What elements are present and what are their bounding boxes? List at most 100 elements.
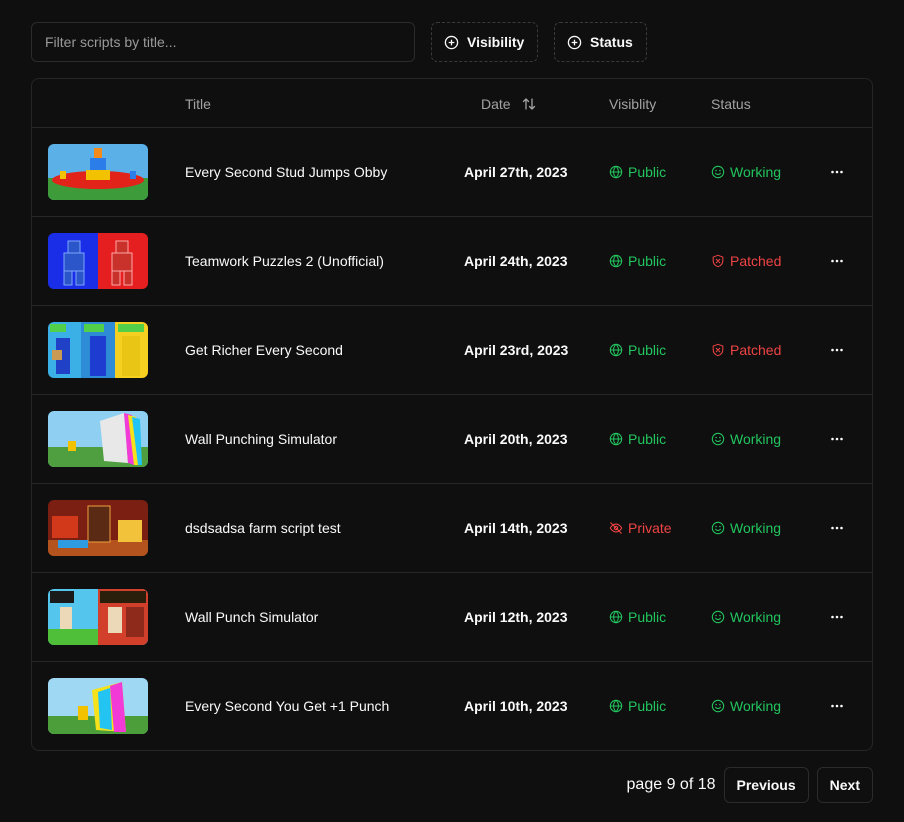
- wall-punch-thumbnail: [48, 589, 148, 645]
- table-row[interactable]: Wall Punch Simulator April 12th, 2023 Publ…: [32, 573, 872, 662]
- table-header: Title Date Visiblity Status: [32, 79, 872, 128]
- script-title: dsdsadsa farm script test: [185, 520, 341, 536]
- row-actions-button[interactable]: [825, 516, 849, 540]
- status-badge: Working: [711, 573, 781, 661]
- farm-script-thumbnail: [48, 500, 148, 556]
- stud-obby-thumbnail: [48, 144, 148, 200]
- visibility-label: Public: [628, 698, 667, 714]
- row-actions-button[interactable]: [825, 605, 849, 629]
- table-body: Every Second Stud Jumps Obby April 27th, …: [32, 128, 872, 750]
- scripts-table: Title Date Visiblity Status Every Second…: [31, 78, 873, 751]
- smile-icon: [711, 699, 725, 713]
- shield-x-icon: [712, 343, 724, 357]
- script-title: Every Second Stud Jumps Obby: [185, 164, 388, 180]
- script-date: April 24th, 2023: [464, 253, 568, 269]
- globe-icon: [609, 699, 623, 713]
- row-actions-button[interactable]: [825, 694, 849, 718]
- visibility-filter-button[interactable]: Visibility: [431, 22, 538, 62]
- visibility-label: Public: [628, 253, 667, 269]
- visibility-badge: Public: [609, 395, 666, 483]
- sort-arrows-icon[interactable]: [521, 96, 537, 112]
- script-title: Get Richer Every Second: [185, 342, 343, 358]
- globe-icon: [609, 432, 623, 446]
- script-title: Teamwork Puzzles 2 (Unofficial): [185, 253, 384, 269]
- script-date: April 20th, 2023: [464, 431, 568, 447]
- page-indicator: page 9 of 18: [626, 776, 716, 793]
- status-label: Working: [730, 164, 782, 180]
- pagination: page 9 of 18 Previous Next: [627, 767, 873, 803]
- status-badge: Working: [711, 128, 781, 216]
- visibility-badge: Private: [609, 484, 672, 572]
- globe-icon: [609, 254, 623, 268]
- visibility-badge: Public: [609, 128, 666, 216]
- visibility-label: Public: [628, 164, 667, 180]
- status-badge: Working: [711, 662, 781, 750]
- visibility-label: Public: [628, 342, 667, 358]
- status-label: Patched: [730, 253, 782, 269]
- globe-icon: [609, 610, 623, 624]
- table-row[interactable]: Get Richer Every Second April 23rd, 2023 P…: [32, 306, 872, 395]
- script-date: April 23rd, 2023: [464, 342, 569, 358]
- visibility-badge: Public: [609, 217, 666, 305]
- visibility-label: Public: [628, 431, 667, 447]
- visibility-label: Public: [628, 609, 667, 625]
- script-date: April 12th, 2023: [464, 609, 568, 625]
- table-row[interactable]: Every Second Stud Jumps Obby April 27th, …: [32, 128, 872, 217]
- globe-icon: [609, 165, 623, 179]
- more-horizontal-icon: [831, 170, 843, 174]
- header-status: Status: [711, 95, 751, 112]
- teamwork-puzzles-thumbnail: [48, 233, 148, 289]
- search-input[interactable]: [31, 22, 415, 62]
- script-date: April 27th, 2023: [464, 164, 568, 180]
- status-filter-button[interactable]: Status: [554, 22, 647, 62]
- table-row[interactable]: Every Second You Get +1 Punch April 10th,…: [32, 662, 872, 750]
- globe-icon: [609, 343, 623, 357]
- table-row[interactable]: dsdsadsa farm script test April 14th, 202…: [32, 484, 872, 573]
- row-actions-button[interactable]: [825, 249, 849, 273]
- visibility-filter-label: Visibility: [467, 34, 525, 50]
- status-badge: Working: [711, 484, 781, 572]
- table-row[interactable]: Teamwork Puzzles 2 (Unofficial) April 24t…: [32, 217, 872, 306]
- header-title: Title: [185, 95, 211, 112]
- script-title: Wall Punch Simulator: [185, 609, 319, 625]
- script-title: Every Second You Get +1 Punch: [185, 698, 390, 714]
- more-horizontal-icon: [831, 526, 843, 530]
- row-actions-button[interactable]: [825, 160, 849, 184]
- row-actions-button[interactable]: [825, 338, 849, 362]
- more-horizontal-icon: [831, 348, 843, 352]
- header-visibility: Visiblity: [609, 95, 657, 112]
- smile-icon: [711, 610, 725, 624]
- get-richer-thumbnail: [48, 322, 148, 378]
- toolbar: Visibility Status: [31, 22, 872, 62]
- visibility-badge: Public: [609, 662, 666, 750]
- plus-circle-icon: [567, 35, 582, 49]
- wall-punching-thumbnail: [48, 411, 148, 467]
- smile-icon: [711, 521, 725, 535]
- more-horizontal-icon: [831, 615, 843, 619]
- status-badge: Working: [711, 395, 781, 483]
- status-badge: Patched: [711, 306, 781, 394]
- eye-off-icon: [609, 522, 623, 534]
- script-date: April 10th, 2023: [464, 698, 568, 714]
- header-date[interactable]: Date: [481, 79, 537, 128]
- more-horizontal-icon: [831, 259, 843, 263]
- plus-one-punch-thumbnail: [48, 678, 148, 734]
- table-row[interactable]: Wall Punching Simulator April 20th, 2023 P…: [32, 395, 872, 484]
- visibility-badge: Public: [609, 573, 666, 661]
- previous-button[interactable]: Previous: [723, 767, 809, 803]
- status-label: Working: [730, 431, 782, 447]
- header-date-label: Date: [481, 95, 511, 112]
- status-filter-label: Status: [590, 34, 633, 50]
- next-button[interactable]: Next: [816, 767, 873, 803]
- status-label: Working: [730, 698, 782, 714]
- more-horizontal-icon: [831, 704, 843, 708]
- visibility-badge: Public: [609, 306, 666, 394]
- script-date: April 14th, 2023: [464, 520, 568, 536]
- smile-icon: [711, 432, 725, 446]
- status-label: Working: [730, 609, 782, 625]
- row-actions-button[interactable]: [825, 427, 849, 451]
- shield-x-icon: [712, 254, 724, 268]
- script-title: Wall Punching Simulator: [185, 431, 337, 447]
- visibility-label: Private: [628, 520, 672, 536]
- plus-circle-icon: [444, 35, 459, 49]
